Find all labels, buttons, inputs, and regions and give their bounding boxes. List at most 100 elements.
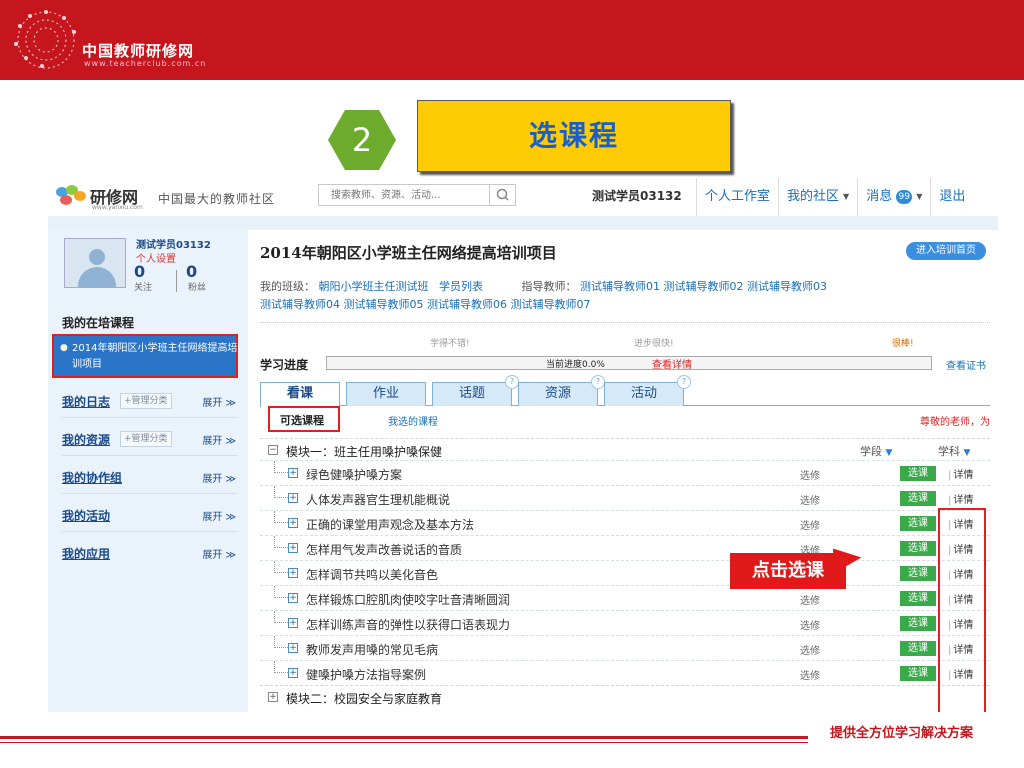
module-2-row[interactable]: + 模块二：校园安全与家庭教育: [260, 685, 990, 707]
filter-stage[interactable]: 学段 ▼: [860, 443, 892, 459]
expand-icon[interactable]: +: [288, 493, 298, 503]
follow-count[interactable]: 0: [134, 262, 145, 281]
enter-training-button[interactable]: 进入培训首页: [906, 242, 986, 260]
fans-count[interactable]: 0: [186, 262, 197, 281]
sidebar-item-groups[interactable]: 我的协作组 展开 ≫: [62, 460, 238, 494]
tab-label: 资源: [544, 386, 571, 401]
select-course-button[interactable]: 选课: [900, 641, 936, 656]
chevron-down-icon: ≫: [225, 474, 236, 485]
select-course-button[interactable]: 选课: [900, 616, 936, 631]
manage-category-button[interactable]: +管理分类: [120, 393, 172, 409]
expand-label: 展开: [202, 550, 223, 561]
subtab-available-courses[interactable]: 可选课程: [268, 406, 340, 432]
fans-label: 粉丝: [188, 283, 207, 293]
sidebar-item-label: 我的活动: [62, 509, 111, 523]
class-name-link[interactable]: 朝阳小学班主任测试班: [319, 280, 429, 293]
subtab-my-courses[interactable]: 我选的课程: [388, 413, 438, 428]
expand-toggle[interactable]: 展开 ≫: [202, 394, 236, 409]
expand-icon[interactable]: +: [268, 692, 278, 702]
sidebar: 测试学员03132 个人设置 0 关注 0 粉丝 我的在培课程 ● 2014年朝…: [48, 230, 248, 712]
course-name: 正确的课堂用声观念及基本方法: [306, 518, 475, 532]
expand-icon[interactable]: +: [288, 568, 298, 578]
expand-icon[interactable]: +: [288, 593, 298, 603]
expand-toggle[interactable]: 展开 ≫: [202, 432, 236, 447]
expand-icon[interactable]: +: [288, 543, 298, 553]
course-row[interactable]: + 人体发声器官生理机能概说 选修 选课详情: [260, 485, 990, 510]
sidebar-item-blog[interactable]: 我的日志 +管理分类 展开 ≫: [62, 384, 238, 418]
expand-icon[interactable]: +: [288, 668, 298, 678]
current-user[interactable]: 测试学员03132: [592, 187, 682, 204]
tab-topics[interactable]: 话题?: [432, 375, 519, 406]
expand-icon[interactable]: +: [288, 618, 298, 628]
top-nav: 个人工作室 我的社区 ▼ 消息 99 ▼ 退出: [696, 178, 973, 216]
course-row[interactable]: + 绿色健嗓护嗓方案 选修 选课详情: [260, 460, 990, 485]
select-course-button[interactable]: 选课: [900, 516, 936, 531]
tab-homework[interactable]: 作业: [346, 382, 426, 406]
certificate-link[interactable]: 查看证书: [946, 357, 986, 372]
collapse-icon[interactable]: −: [268, 445, 278, 455]
tree-connector: [274, 486, 288, 498]
select-course-button[interactable]: 选课: [900, 591, 936, 606]
tutor-label: 指导教师：: [521, 280, 577, 293]
expand-icon[interactable]: +: [288, 518, 298, 528]
callout-label: 点击选课: [730, 553, 846, 589]
expand-toggle[interactable]: 展开 ≫: [202, 508, 236, 523]
nav-studio[interactable]: 个人工作室: [696, 178, 778, 216]
tree-connector: [274, 536, 288, 548]
nav-community[interactable]: 我的社区 ▼: [778, 178, 857, 216]
sidebar-item-apps[interactable]: 我的应用 展开 ≫: [62, 536, 238, 570]
avatar[interactable]: [64, 238, 126, 288]
expand-toggle[interactable]: 展开 ≫: [202, 546, 236, 561]
nav-logout[interactable]: 退出: [930, 178, 973, 216]
course-row[interactable]: +教师发声用嗓的常见毛病选修选课详情: [260, 635, 990, 660]
module-1-row[interactable]: − 模块一：班主任用嗓护嗓保健 学段 ▼ 学科 ▼: [260, 438, 990, 460]
tutor-links-line2[interactable]: 测试辅导教师04 测试辅导教师05 测试辅导教师06 测试辅导教师07: [260, 296, 990, 312]
course-row[interactable]: +健嗓护嗓方法指导案例选修选课详情: [260, 660, 990, 685]
select-course-button[interactable]: 选课: [900, 666, 936, 681]
course-detail-link[interactable]: 详情: [948, 491, 973, 506]
course-row[interactable]: +怎样调节共鸣以美化音色选修选课详情: [260, 560, 990, 585]
sidebar-item-label: 我的资源: [62, 433, 111, 447]
select-course-button[interactable]: 选课: [900, 541, 936, 556]
search-button[interactable]: [489, 185, 515, 205]
header-stripe: [48, 216, 998, 230]
student-list-link[interactable]: 学员列表: [439, 280, 483, 293]
course-name: 怎样调节共鸣以美化音色: [306, 568, 439, 582]
tree-connector: [274, 636, 288, 648]
course-type: 选修: [800, 596, 820, 607]
expand-icon[interactable]: +: [288, 643, 298, 653]
course-type: 选修: [800, 496, 820, 507]
select-course-button[interactable]: 选课: [900, 466, 936, 481]
course-row[interactable]: +正确的课堂用声观念及基本方法选修选课详情: [260, 510, 990, 535]
avatar-body: [78, 267, 116, 287]
filter-subject[interactable]: 学科 ▼: [938, 443, 970, 459]
chevron-down-icon: ▼: [885, 448, 893, 458]
course-type: 选修: [800, 471, 820, 482]
current-course-item[interactable]: ● 2014年朝阳区小学班主任网络提高培训项目: [52, 334, 238, 378]
select-course-button[interactable]: 选课: [900, 491, 936, 506]
tutor-links[interactable]: 测试辅导教师01 测试辅导教师02 测试辅导教师03: [580, 280, 827, 293]
course-name: 怎样训练声音的弹性以获得口语表现力: [306, 618, 511, 632]
expand-toggle[interactable]: 展开 ≫: [202, 470, 236, 485]
select-course-button[interactable]: 选课: [900, 566, 936, 581]
course-name: 怎样锻炼口腔肌肉使咬字吐音清晰圆润: [306, 593, 511, 607]
expand-label: 展开: [202, 398, 223, 409]
tab-watch[interactable]: 看课: [260, 382, 340, 407]
tab-activities[interactable]: 活动?: [604, 375, 691, 406]
course-row[interactable]: +怎样锻炼口腔肌肉使咬字吐音清晰圆润选修选课详情: [260, 585, 990, 610]
expand-icon[interactable]: +: [288, 468, 298, 478]
step-number-badge: 2: [328, 110, 396, 170]
course-row[interactable]: +怎样训练声音的弹性以获得口语表现力选修选课详情: [260, 610, 990, 635]
profile-name[interactable]: 测试学员03132: [136, 236, 211, 251]
sidebar-item-resources[interactable]: 我的资源 +管理分类 展开 ≫: [62, 422, 238, 456]
sidebar-item-activities[interactable]: 我的活动 展开 ≫: [62, 498, 238, 532]
nav-messages[interactable]: 消息 99 ▼: [857, 178, 930, 216]
progress-detail-link[interactable]: 查看详情: [652, 356, 692, 371]
search-input[interactable]: [319, 185, 489, 205]
manage-category-button[interactable]: +管理分类: [120, 431, 172, 447]
course-name: 绿色健嗓护嗓方案: [306, 468, 403, 482]
course-row[interactable]: +怎样用气发声改善说话的音质选修选课详情: [260, 535, 990, 560]
tab-resources[interactable]: 资源?: [518, 375, 605, 406]
progress-bar: [326, 356, 932, 370]
course-detail-link[interactable]: 详情: [948, 466, 973, 481]
